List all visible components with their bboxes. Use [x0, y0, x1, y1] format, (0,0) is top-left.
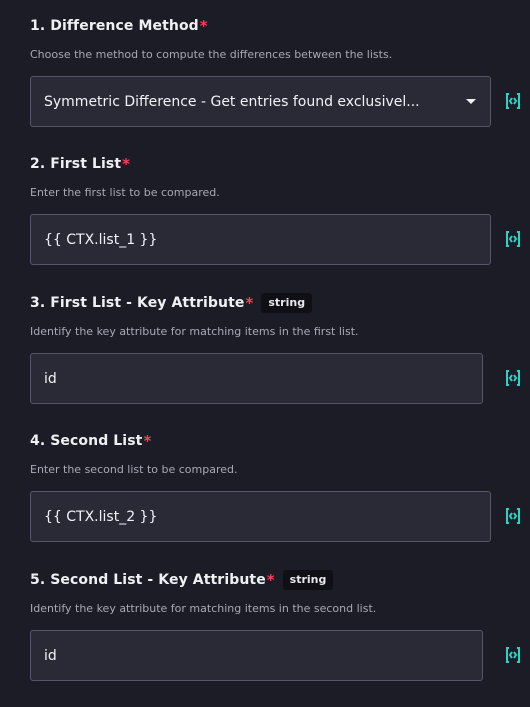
- field-description: Enter the first list to be compared.: [30, 186, 220, 199]
- label-row: 3. First List - Key Attribute * string: [30, 291, 530, 315]
- field-label: 3. First List - Key Attribute: [30, 295, 245, 311]
- second-list-input[interactable]: {{ CTX.list_2 }}: [30, 491, 491, 542]
- field-label: 5. Second List - Key Attribute: [30, 572, 266, 588]
- type-badge: string: [261, 293, 313, 313]
- field-label: 2. First List: [30, 156, 122, 172]
- required-asterisk: *: [122, 155, 131, 173]
- form-panel: 1. Difference Method * Choose the method…: [0, 0, 530, 707]
- required-asterisk: *: [199, 17, 208, 35]
- second-list-key-attribute-input[interactable]: id: [30, 630, 483, 681]
- code-brackets-icon[interactable]: [504, 644, 522, 666]
- first-list-input[interactable]: {{ CTX.list_1 }}: [30, 214, 491, 265]
- code-brackets-icon[interactable]: [504, 228, 522, 250]
- required-asterisk: *: [143, 432, 152, 450]
- field-description: Choose the method to compute the differe…: [30, 48, 393, 61]
- required-asterisk: *: [245, 294, 254, 312]
- field-difference-method: 1. Difference Method * Choose the method…: [30, 14, 530, 127]
- code-brackets-icon[interactable]: [504, 367, 522, 389]
- code-brackets-icon[interactable]: [504, 90, 522, 112]
- label-row: 1. Difference Method *: [30, 14, 530, 38]
- label-row: 2. First List *: [30, 152, 530, 176]
- field-first-list: 2. First List * Enter the first list to …: [30, 152, 530, 265]
- field-description: Identify the key attribute for matching …: [30, 325, 359, 338]
- label-row: 4. Second List *: [30, 429, 530, 453]
- type-badge: string: [282, 570, 334, 590]
- code-brackets-icon[interactable]: [504, 505, 522, 527]
- required-asterisk: *: [266, 571, 275, 589]
- field-label: 4. Second List: [30, 433, 143, 449]
- field-second-list: 4. Second List * Enter the second list t…: [30, 429, 530, 542]
- difference-method-select[interactable]: Symmetric Difference - Get entries found…: [30, 76, 491, 127]
- field-second-list-key-attribute: 5. Second List - Key Attribute * string …: [30, 568, 530, 681]
- select-value: Symmetric Difference - Get entries found…: [44, 93, 420, 110]
- chevron-down-icon: [466, 99, 476, 104]
- field-description: Enter the second list to be compared.: [30, 463, 238, 476]
- field-first-list-key-attribute: 3. First List - Key Attribute * string I…: [30, 291, 530, 404]
- first-list-key-attribute-input[interactable]: id: [30, 353, 483, 404]
- label-row: 5. Second List - Key Attribute * string: [30, 568, 530, 592]
- field-label: 1. Difference Method: [30, 18, 199, 34]
- field-description: Identify the key attribute for matching …: [30, 602, 377, 615]
